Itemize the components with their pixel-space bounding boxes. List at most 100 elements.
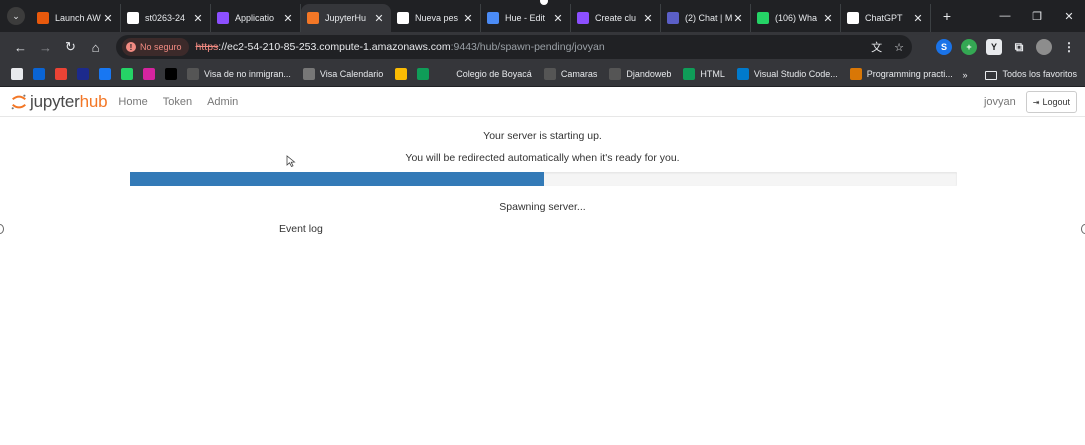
back-button[interactable]: ← bbox=[8, 40, 33, 55]
bookmark-label: HTML bbox=[700, 69, 725, 79]
bookmark-item[interactable] bbox=[55, 68, 67, 80]
nav-admin[interactable]: Admin bbox=[207, 96, 238, 108]
extension-plus-icon[interactable]: + bbox=[961, 39, 977, 55]
browser-tab[interactable]: Nueva pes ✕ bbox=[391, 4, 481, 32]
bookmark-item[interactable]: Camaras bbox=[543, 68, 597, 80]
bookmark-item[interactable]: Visa de no inmigran... bbox=[187, 68, 291, 80]
browser-tab[interactable]: (2) Chat | M ✕ bbox=[661, 4, 751, 32]
browser-tab[interactable]: ChatGPT ✕ bbox=[841, 4, 931, 32]
browser-menu-icon[interactable]: ⋮ bbox=[1061, 39, 1077, 55]
tab-title: st0263-24 bbox=[145, 13, 186, 23]
event-log-toggle[interactable]: Event log bbox=[279, 223, 323, 235]
close-tab-icon[interactable]: ✕ bbox=[732, 12, 744, 25]
close-tab-icon[interactable]: ✕ bbox=[192, 12, 204, 25]
tab-title: Nueva pes bbox=[415, 13, 459, 23]
restore-button[interactable]: ❐ bbox=[1021, 10, 1053, 23]
bookmark-item[interactable] bbox=[121, 68, 133, 80]
bookmark-item[interactable]: Colegio de Boyacá bbox=[439, 68, 532, 80]
close-tab-icon[interactable]: ✕ bbox=[822, 12, 834, 25]
url-path: :9443/hub/spawn-pending/jovyan bbox=[450, 41, 605, 53]
nav-home[interactable]: Home bbox=[118, 96, 147, 108]
not-secure-label: No seguro bbox=[140, 42, 182, 52]
drive-icon bbox=[395, 68, 408, 80]
browser-tab[interactable]: Hue - Edit ✕ bbox=[481, 4, 571, 32]
bookmark-item[interactable] bbox=[165, 68, 177, 80]
emr-icon bbox=[217, 12, 229, 24]
reload-button[interactable]: ↻ bbox=[58, 39, 83, 55]
home-button[interactable]: ⌂ bbox=[83, 40, 108, 55]
bookmark-item[interactable] bbox=[417, 68, 430, 80]
address-bar[interactable]: ! No seguro https://ec2-54-210-85-253.co… bbox=[116, 35, 912, 59]
bookmark-item[interactable] bbox=[99, 68, 111, 80]
browser-tab[interactable]: JupyterHu ✕ bbox=[301, 4, 391, 32]
bookmarks-bar: Visa de no inmigran... Visa Calendario Col… bbox=[0, 62, 1085, 87]
close-tab-icon[interactable]: ✕ bbox=[282, 12, 294, 25]
close-tab-icon[interactable]: ✕ bbox=[102, 12, 114, 25]
new-tab-button[interactable]: + bbox=[939, 8, 955, 24]
logout-label: Logout bbox=[1042, 97, 1070, 107]
x-icon bbox=[165, 68, 177, 80]
minimize-button[interactable]: — bbox=[989, 10, 1021, 22]
tab-title: ChatGPT bbox=[865, 13, 903, 23]
browser-tab[interactable]: Launch AW ✕ bbox=[31, 4, 121, 32]
bookmark-item[interactable]: Djandoweb bbox=[609, 68, 671, 80]
tab-title: Applicatio bbox=[235, 13, 275, 23]
bookmark-star-icon[interactable]: ☆ bbox=[894, 41, 904, 54]
bookmark-label: Visa Calendario bbox=[319, 69, 384, 79]
url-text[interactable]: https://ec2-54-210-85-253.compute-1.amaz… bbox=[196, 41, 605, 53]
forward-button[interactable]: → bbox=[33, 40, 58, 55]
bookmark-item[interactable]: HTML bbox=[683, 68, 725, 80]
bookmark-item[interactable]: Visa Calendario bbox=[302, 68, 384, 80]
not-secure-chip[interactable]: ! No seguro bbox=[122, 38, 189, 56]
instagram-icon bbox=[143, 68, 155, 80]
extension-icon[interactable]: S bbox=[936, 39, 952, 55]
close-tab-icon[interactable]: ✕ bbox=[642, 12, 654, 25]
bookmark-item[interactable] bbox=[33, 68, 45, 80]
bookmark-item[interactable] bbox=[77, 68, 89, 80]
logout-button[interactable]: ⇥ Logout bbox=[1025, 91, 1077, 113]
aws-icon bbox=[37, 12, 49, 24]
resize-handle-left bbox=[0, 224, 4, 234]
browser-tab[interactable]: st0263-24 ✕ bbox=[121, 4, 211, 32]
translate-icon[interactable]: 文 bbox=[871, 39, 882, 55]
logo-text-hub: hub bbox=[79, 91, 108, 111]
close-tab-icon[interactable]: ✕ bbox=[373, 12, 385, 25]
close-window-button[interactable]: ✕ bbox=[1053, 10, 1085, 23]
browser-tab[interactable]: Create clu ✕ bbox=[571, 4, 661, 32]
resize-handle-right bbox=[1081, 224, 1085, 234]
bookmark-item[interactable] bbox=[143, 68, 155, 80]
jupyterhub-logo[interactable]: jupyter hub bbox=[10, 91, 108, 112]
browser-tab[interactable]: (106) Wha ✕ bbox=[751, 4, 841, 32]
browser-chrome: ⌄ Launch AW ✕ st0263-24 ✕ Applicatio ✕ Jupyter… bbox=[0, 0, 1085, 87]
close-tab-icon[interactable]: ✕ bbox=[912, 12, 924, 25]
extensions-area: S + Y ⧉ ⋮ bbox=[936, 32, 1077, 62]
bookmarks-list: Visa de no inmigran... Visa Calendario Col… bbox=[11, 68, 965, 80]
bookmarks-overflow-button[interactable]: » bbox=[962, 70, 967, 80]
bookmark-item[interactable] bbox=[395, 68, 408, 80]
nav-token[interactable]: Token bbox=[163, 96, 192, 108]
logo-text-jupyter: jupyter bbox=[30, 91, 80, 111]
tab-search-button[interactable]: ⌄ bbox=[7, 7, 25, 25]
link-icon bbox=[302, 68, 315, 80]
extension-shield-icon[interactable]: Y bbox=[986, 39, 1002, 55]
jupyter-icon bbox=[307, 12, 319, 24]
profile-avatar[interactable] bbox=[1036, 39, 1052, 55]
gmail-icon bbox=[55, 68, 67, 80]
bookmark-item[interactable]: Visual Studio Code... bbox=[736, 68, 838, 80]
chatgpt-icon bbox=[847, 12, 859, 24]
omnibox-actions: 文 ☆ bbox=[871, 35, 904, 59]
apps-grid-icon bbox=[11, 68, 23, 80]
username: jovyan bbox=[983, 96, 1016, 108]
tab-title: (106) Wha bbox=[775, 13, 818, 23]
bookmarks-right: » Todos los favoritos bbox=[962, 62, 1077, 87]
bookmark-item[interactable] bbox=[11, 68, 23, 80]
bookmark-item[interactable]: Programming practi... bbox=[849, 68, 953, 80]
close-tab-icon[interactable]: ✕ bbox=[552, 12, 564, 25]
all-bookmarks-button[interactable]: Todos los favoritos bbox=[985, 69, 1077, 80]
browser-tab[interactable]: Applicatio ✕ bbox=[211, 4, 301, 32]
redirect-message: You will be redirected automatically whe… bbox=[405, 152, 680, 164]
close-tab-icon[interactable]: ✕ bbox=[462, 12, 474, 25]
globe-icon bbox=[609, 68, 622, 80]
extensions-puzzle-icon[interactable]: ⧉ bbox=[1011, 39, 1027, 55]
kaggle-icon bbox=[77, 68, 89, 80]
